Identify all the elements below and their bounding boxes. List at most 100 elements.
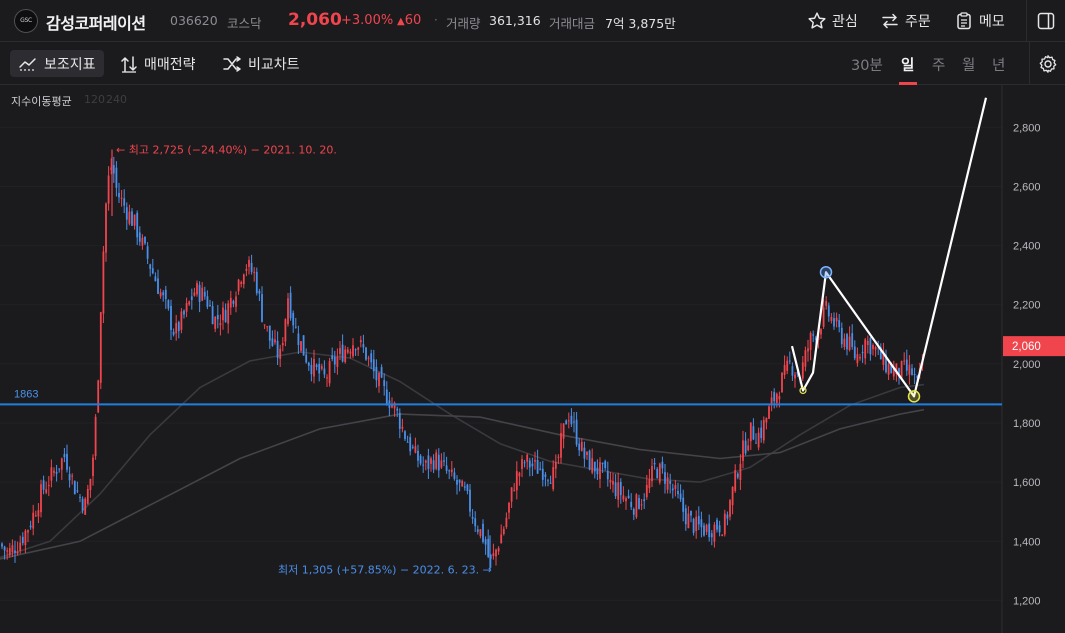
candle-body xyxy=(365,347,367,360)
period-month[interactable]: 월 xyxy=(962,54,975,75)
period-year[interactable]: 년 xyxy=(992,54,1005,75)
candle-body xyxy=(515,471,518,491)
pattern-drawing[interactable] xyxy=(790,97,988,403)
candle-body xyxy=(331,355,334,360)
candle-body xyxy=(913,373,916,376)
candle-body xyxy=(3,546,6,551)
candle-body xyxy=(695,516,698,532)
candle-body xyxy=(606,470,609,480)
candle-body xyxy=(734,470,737,491)
candle-body xyxy=(196,283,198,295)
candle-body xyxy=(775,393,778,403)
candle-body xyxy=(874,347,877,350)
candle-body xyxy=(203,291,206,297)
candle-body xyxy=(544,474,547,477)
candle-body xyxy=(102,251,105,314)
candle-body xyxy=(417,450,419,461)
chart-settings-button[interactable] xyxy=(1029,42,1065,85)
candle-body xyxy=(643,499,646,502)
candle-body xyxy=(440,460,443,468)
candle-body xyxy=(856,354,859,364)
gear-icon xyxy=(1039,54,1056,73)
candle-body xyxy=(86,489,89,504)
candle-body xyxy=(736,473,739,478)
stock-header: GSC 감성코퍼레이션 036620 코스닥 2,060 +3.00% ▲60 … xyxy=(0,0,1065,42)
candle-body xyxy=(661,461,664,469)
candle-body xyxy=(245,268,248,271)
candle-body xyxy=(437,454,440,471)
current-price: 2,060 xyxy=(288,10,342,30)
candle-body xyxy=(287,298,289,325)
candle-body xyxy=(705,524,708,532)
candle-body xyxy=(383,380,386,387)
order-label: 주문 xyxy=(905,14,931,30)
candle-body xyxy=(562,423,565,439)
candle-body xyxy=(505,517,508,527)
candle-body xyxy=(45,489,48,493)
order-button[interactable]: 주문 xyxy=(880,9,931,33)
indicator-button[interactable]: 보조지표 xyxy=(10,50,104,77)
period-week[interactable]: 주 xyxy=(932,54,945,75)
candle-body xyxy=(292,312,295,326)
memo-button[interactable]: 메모 xyxy=(954,9,1005,33)
candle-body xyxy=(866,340,869,345)
y-tick-label: 2,000 xyxy=(1013,359,1041,371)
candle-body xyxy=(281,343,284,346)
candle-body xyxy=(848,336,851,350)
strategy-button[interactable]: 매매전략 xyxy=(112,50,204,77)
candle-body xyxy=(723,513,726,535)
candle-body xyxy=(284,319,287,342)
candle-body xyxy=(313,359,315,377)
compare-chart-button[interactable]: 비교차트 xyxy=(214,50,308,77)
candle-body xyxy=(289,292,292,319)
candle-body xyxy=(627,495,630,499)
candle-body xyxy=(89,478,92,491)
candle-body xyxy=(60,458,63,470)
candle-body xyxy=(591,458,594,473)
period-30min[interactable]: 30분 xyxy=(851,54,883,75)
stock-name[interactable]: 감성코퍼레이션 xyxy=(46,10,146,34)
candle-body xyxy=(710,533,713,538)
candle-body xyxy=(807,348,809,352)
candle-body xyxy=(253,271,256,273)
candle-body xyxy=(653,462,656,465)
candle-body xyxy=(531,463,534,467)
candle-body xyxy=(658,463,661,483)
candle-body xyxy=(547,480,549,482)
candle-body xyxy=(851,333,854,347)
candle-body xyxy=(424,460,427,463)
candle-body xyxy=(125,207,128,220)
change-value: 60 xyxy=(404,13,422,28)
compare-chart-label: 비교차트 xyxy=(248,56,300,73)
candle-body xyxy=(640,504,643,506)
candle-body xyxy=(567,420,570,422)
candle-body xyxy=(448,470,451,472)
candle-body xyxy=(123,198,126,206)
candle-body xyxy=(495,549,497,557)
candle-body xyxy=(326,377,328,379)
candle-body xyxy=(32,512,35,529)
pattern-line xyxy=(790,97,988,398)
candle-body xyxy=(497,548,500,552)
side-panel-toggle[interactable] xyxy=(1036,11,1056,31)
candle-body xyxy=(118,192,120,198)
candle-body xyxy=(354,349,357,351)
candle-body xyxy=(721,534,724,536)
candle-body xyxy=(549,482,552,484)
price-chart[interactable]: 1863 ← 최고 2,725 (−24.40%) − 2021. 10. 20… xyxy=(0,85,1065,633)
candle-body xyxy=(214,316,217,329)
candle-body xyxy=(752,426,755,440)
candle-body xyxy=(105,203,107,253)
candle-body xyxy=(435,452,438,469)
candle-body xyxy=(638,498,640,509)
low-price-annotation: 최저 1,305 (+57.85%) − 2022. 6. 23. → xyxy=(278,563,492,576)
candle-body xyxy=(333,356,336,365)
candle-body xyxy=(833,318,835,327)
candle-body xyxy=(422,464,425,466)
candle-body xyxy=(92,457,94,477)
favorite-button[interactable]: 관심 xyxy=(807,9,858,33)
candle-body xyxy=(193,292,196,296)
period-day[interactable]: 일 xyxy=(901,54,914,75)
volume-value: 361,316 xyxy=(489,13,541,28)
candle-body xyxy=(625,498,627,502)
